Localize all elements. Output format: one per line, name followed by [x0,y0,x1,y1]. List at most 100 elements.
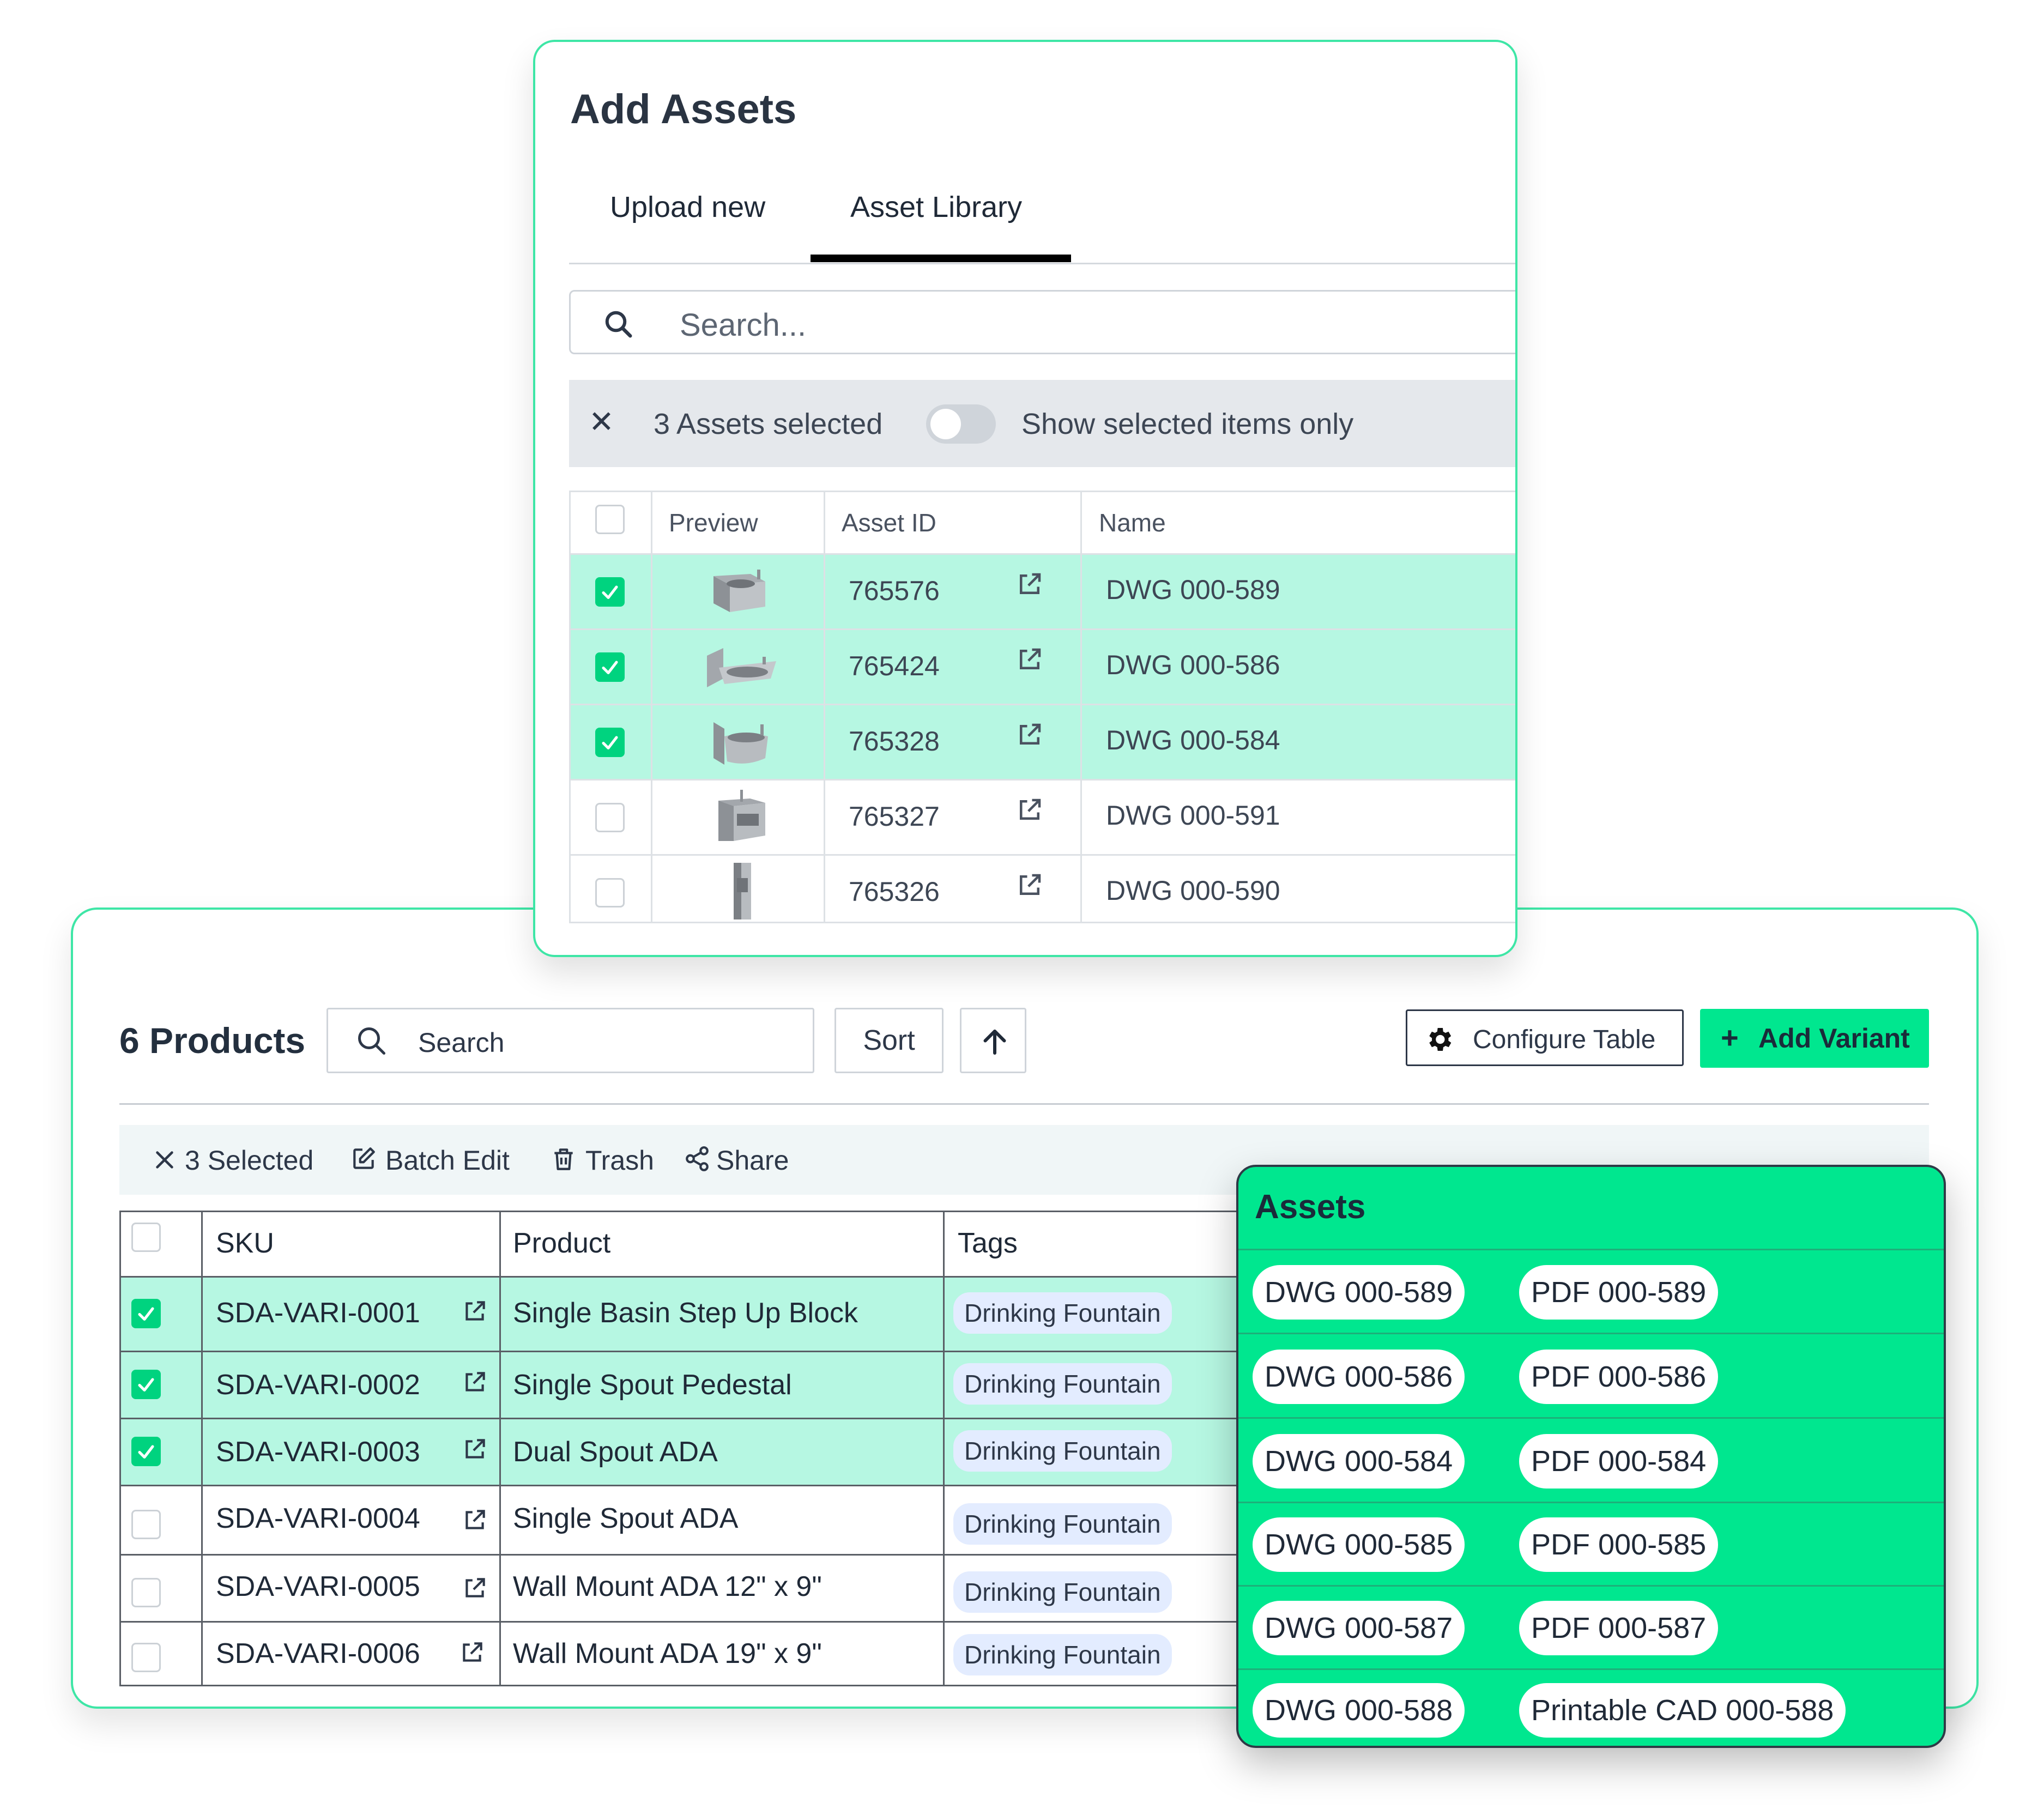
products-title: 6 Products [119,1020,306,1061]
asset-pill[interactable]: DWG 000-588 [1253,1683,1465,1738]
divider [1238,1333,1944,1334]
row-checkbox[interactable] [131,1437,161,1466]
table-row[interactable]: 765326 DWG 000-590 [569,854,1515,923]
grid-line [201,1211,203,1686]
asset-pill[interactable]: Printable CAD 000-588 [1519,1683,1846,1738]
add-variant-button[interactable]: + Add Variant [1700,1009,1929,1068]
column-header-preview: Preview [669,509,758,537]
products-search-input[interactable]: Search [326,1008,814,1073]
grid-line [119,1276,1319,1278]
asset-id-cell: 765327 [849,801,940,832]
table-row[interactable]: SDA-VARI-0004 Single Spout ADA Drinking … [119,1485,1319,1554]
grid-line [1516,491,1517,923]
sort-direction-button[interactable] [960,1008,1026,1073]
asset-id-cell: 765424 [849,651,940,681]
show-selected-label: Show selected items only [1021,408,1354,440]
asset-id-cell: 765328 [849,726,940,757]
table-row[interactable]: SDA-VARI-0003 Dual Spout ADA Drinking Fo… [119,1418,1319,1485]
grid-line [569,704,1515,705]
external-link-icon[interactable] [458,1639,486,1666]
tag-badge: Drinking Fountain [953,1292,1172,1334]
divider [1238,1249,1944,1250]
external-link-icon[interactable] [461,1436,488,1463]
row-checkbox[interactable] [131,1578,161,1607]
table-header-row: Preview Asset ID Name [569,491,1515,553]
plus-icon: + [1721,1020,1739,1055]
grid-line [1080,491,1082,923]
checkmark-icon [602,736,618,750]
external-link-icon[interactable] [1015,720,1044,749]
asset-pill[interactable]: DWG 000-587 [1253,1601,1465,1655]
trash-button[interactable]: Trash [550,1143,664,1176]
sku-cell: SDA-VARI-0005 [216,1571,420,1602]
select-all-checkbox[interactable] [131,1223,161,1252]
share-button[interactable]: Share [684,1143,803,1176]
product-cell: Dual Spout ADA [513,1436,718,1468]
asset-pill[interactable]: PDF 000-589 [1519,1265,1719,1320]
divider [1238,1417,1944,1419]
table-row[interactable]: SDA-VARI-0001 Single Basin Step Up Block… [119,1276,1319,1351]
row-checkbox[interactable] [595,878,625,907]
tab-divider [569,263,1515,264]
product-cell: Single Spout ADA [513,1503,739,1534]
add-assets-modal: Add Assets Upload new Asset Library Sear… [533,40,1517,957]
row-checkbox[interactable] [131,1370,161,1399]
table-row[interactable]: 765328 DWG 000-584 [569,704,1515,779]
clear-selection-button[interactable]: 3 Selected [152,1143,316,1176]
external-link-icon[interactable] [461,1575,488,1602]
close-icon [156,1151,173,1169]
checkmark-icon [138,1445,154,1459]
batch-edit-button[interactable]: Batch Edit [350,1143,519,1176]
asset-pill[interactable]: PDF 000-587 [1519,1601,1719,1655]
external-link-icon[interactable] [1015,795,1044,825]
asset-pill[interactable]: DWG 000-586 [1253,1350,1465,1404]
row-checkbox[interactable] [131,1299,161,1328]
show-selected-toggle[interactable] [926,404,996,444]
table-row[interactable]: 765424 DWG 000-586 [569,628,1515,704]
asset-pill[interactable]: PDF 000-584 [1519,1434,1719,1489]
asset-pill[interactable]: DWG 000-584 [1253,1434,1465,1489]
row-checkbox[interactable] [595,803,625,832]
configure-table-button[interactable]: Configure Table [1406,1009,1684,1066]
table-row[interactable]: 765327 DWG 000-591 [569,779,1515,854]
table-row[interactable]: SDA-VARI-0005 Wall Mount ADA 12" x 9" Dr… [119,1554,1319,1621]
table-row[interactable]: 765576 DWG 000-589 [569,553,1515,628]
divider [1238,1585,1944,1587]
close-icon[interactable]: ✕ [589,404,614,440]
preview-thumbnail [718,790,765,841]
external-link-icon[interactable] [1015,645,1044,674]
batch-edit-label: Batch Edit [385,1145,510,1176]
search-icon [605,311,632,338]
product-cell: Wall Mount ADA 12" x 9" [513,1571,822,1602]
table-row[interactable]: SDA-VARI-0006 Wall Mount ADA 19" x 9" Dr… [119,1621,1319,1686]
asset-pill[interactable]: PDF 000-586 [1519,1350,1719,1404]
modal-title: Add Assets [570,86,797,132]
tag-badge: Drinking Fountain [953,1571,1172,1613]
row-checkbox[interactable] [595,728,625,757]
sort-button[interactable]: Sort [834,1008,944,1073]
asset-pill[interactable]: DWG 000-589 [1253,1265,1465,1320]
checkmark-icon [138,1307,154,1321]
external-link-icon[interactable] [1015,570,1044,599]
column-header-product: Product [513,1227,611,1259]
external-link-icon[interactable] [1015,870,1044,900]
asset-name-cell: DWG 000-589 [1106,574,1280,605]
external-link-icon[interactable] [461,1298,488,1325]
select-all-checkbox[interactable] [595,505,625,534]
asset-pill[interactable]: PDF 000-585 [1519,1517,1719,1572]
external-link-icon[interactable] [461,1507,488,1534]
row-checkbox[interactable] [131,1643,161,1672]
preview-thumbnail [713,722,768,765]
asset-pill[interactable]: DWG 000-585 [1253,1517,1465,1572]
tab-upload-new[interactable]: Upload new [610,190,765,224]
grid-line [119,1351,1319,1352]
row-checkbox[interactable] [595,577,625,607]
asset-name-cell: DWG 000-590 [1106,875,1280,906]
share-icon [686,1146,709,1171]
row-checkbox[interactable] [131,1510,161,1539]
tab-asset-library[interactable]: Asset Library [850,190,1022,224]
table-row[interactable]: SDA-VARI-0002 Single Spout Pedestal Drin… [119,1351,1319,1418]
external-link-icon[interactable] [461,1369,488,1396]
asset-search-input[interactable]: Search... [569,290,1515,354]
row-checkbox[interactable] [595,652,625,682]
